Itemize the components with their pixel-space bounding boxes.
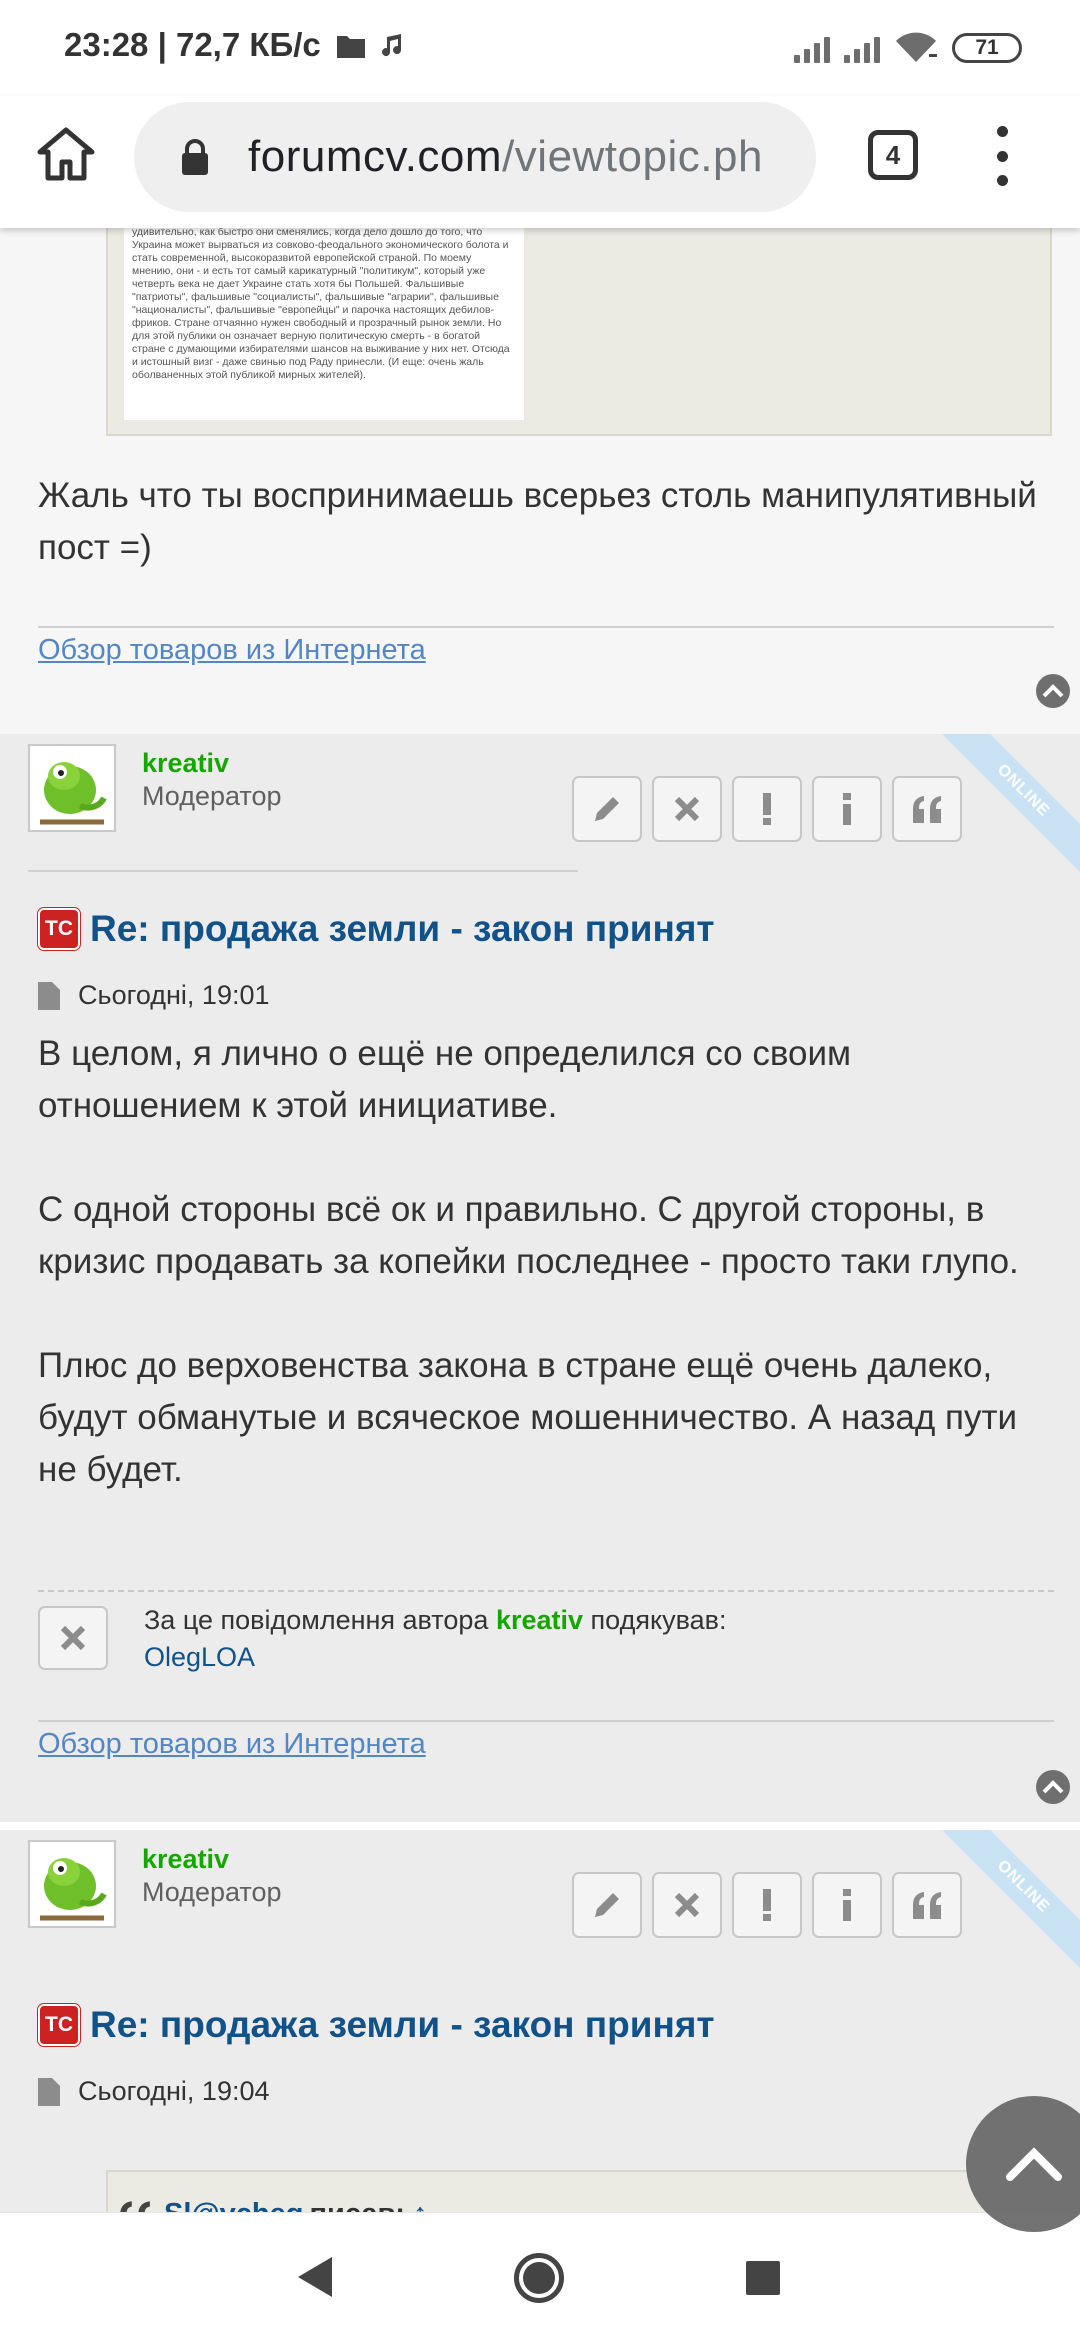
- back-icon[interactable]: [298, 2257, 332, 2297]
- battery-icon: 71: [952, 33, 1022, 63]
- back-to-top-button[interactable]: [1036, 1770, 1070, 1804]
- topic-starter-icon: ТС: [38, 908, 80, 950]
- author-rank: Модератор: [142, 781, 282, 811]
- signal-icon: [844, 33, 880, 63]
- signature-divider: [38, 626, 1054, 628]
- tabs-button[interactable]: 4: [868, 130, 918, 180]
- post-title[interactable]: ТС Re: продажа земли - закон принят: [38, 908, 715, 950]
- quote-header: Sl@vcheg писав: ↑: [118, 2198, 427, 2212]
- chameleon-avatar-icon: [30, 1842, 114, 1926]
- edit-button[interactable]: [572, 1872, 642, 1938]
- status-time: 23:28 | 72,7 КБ/с: [64, 26, 403, 64]
- folder-icon: [336, 36, 365, 58]
- recent-apps-icon[interactable]: [746, 2261, 780, 2295]
- address-bar[interactable]: forumcv.com/viewtopic.ph: [134, 102, 816, 212]
- post-title[interactable]: ТС Re: продажа земли - закон принят: [38, 2004, 715, 2046]
- chevron-up-icon: [1042, 1780, 1064, 1794]
- quote-wrote-label: писав:: [310, 2198, 405, 2212]
- browser-toolbar: forumcv.com/viewtopic.ph 4: [0, 96, 1080, 228]
- signature-link[interactable]: Обзор товаров из Интернета: [38, 1728, 426, 1761]
- post-date-text: Сьогодні, 19:04: [78, 2076, 270, 2106]
- thanks-suffix: подякував:: [590, 1605, 727, 1635]
- post: ONLINE kreativ Модератор ТС Re: продажа …: [0, 734, 1080, 1822]
- signature-link[interactable]: Обзор товаров из Интернета: [38, 634, 426, 667]
- close-icon: [674, 1892, 700, 1918]
- info-icon: [843, 1889, 851, 1921]
- quote-button[interactable]: [892, 776, 962, 842]
- pencil-icon: [595, 1893, 619, 1917]
- info-button[interactable]: [812, 1872, 882, 1938]
- pencil-icon: [595, 797, 619, 821]
- more-icon[interactable]: [990, 126, 1014, 186]
- avatar[interactable]: [28, 744, 116, 832]
- wifi-icon: [896, 32, 937, 62]
- post-title-text: Re: продажа земли - закон принят: [90, 2004, 715, 2045]
- chevron-up-icon: [1042, 684, 1064, 698]
- status-time-text: 23:28 | 72,7 КБ/с: [64, 26, 321, 63]
- quoted-article-screenshot[interactable]: удивительно, как быстро они сменялись, к…: [124, 228, 524, 420]
- quote-icon: [913, 796, 941, 823]
- lock-icon: [182, 139, 208, 175]
- quoted-image-block: удивительно, как быстро они сменялись, к…: [106, 228, 1052, 436]
- status-bar: 23:28 | 72,7 КБ/с 71: [0, 0, 1080, 96]
- back-to-top-button[interactable]: [1036, 674, 1070, 708]
- post-date: Сьогодні, 19:01: [38, 980, 270, 1011]
- quote-block: Sl@vcheg писав: ↑: [106, 2170, 1052, 2212]
- url-path: /viewtopic.ph: [502, 132, 763, 181]
- thanks-block: За це повідомлення автора kreativ подяку…: [38, 1590, 1054, 1692]
- post-date-text: Сьогодні, 19:01: [78, 980, 270, 1010]
- author-divider: [28, 870, 578, 872]
- exclamation-icon: [763, 793, 771, 825]
- post-body: В целом, я лично о ещё не определился со…: [38, 1034, 1019, 1489]
- quote-icon: [913, 1892, 941, 1919]
- delete-button[interactable]: [652, 1872, 722, 1938]
- forum-page: удивительно, как быстро они сменялись, к…: [0, 228, 1080, 2212]
- document-icon: [38, 2077, 60, 2106]
- close-icon: [674, 796, 700, 822]
- close-icon: [60, 1625, 86, 1651]
- author-rank: Модератор: [142, 1877, 282, 1907]
- chameleon-avatar-icon: [30, 746, 114, 830]
- edit-button[interactable]: [572, 776, 642, 842]
- post-actions: [572, 1872, 962, 1938]
- home-icon[interactable]: [36, 124, 96, 184]
- home-nav-icon[interactable]: [514, 2253, 564, 2303]
- author-name[interactable]: kreativ: [142, 748, 229, 779]
- exclamation-icon: [763, 1889, 771, 1921]
- quote-icon: [120, 2200, 150, 2212]
- remove-thanks-button[interactable]: [38, 1606, 108, 1670]
- post-actions: [572, 776, 962, 842]
- document-icon: [38, 981, 60, 1010]
- tab-count: 4: [885, 139, 901, 170]
- status-icons: 71: [794, 28, 1022, 68]
- system-nav-bar: [0, 2212, 1080, 2340]
- quote-source-link[interactable]: ↑: [413, 2198, 428, 2212]
- post-body: Жаль что ты воспринимаешь всерьез столь …: [38, 476, 1037, 567]
- signature-divider: [38, 1720, 1054, 1722]
- report-button[interactable]: [732, 776, 802, 842]
- delete-button[interactable]: [652, 776, 722, 842]
- topic-starter-icon: ТС: [38, 2004, 80, 2046]
- url-domain: forumcv.com: [248, 132, 503, 181]
- report-button[interactable]: [732, 1872, 802, 1938]
- battery-level: 71: [975, 36, 999, 59]
- info-icon: [843, 793, 851, 825]
- thanks-text: За це повідомлення автора kreativ подяку…: [144, 1602, 726, 1676]
- music-icon: [382, 34, 402, 57]
- quote-user-link[interactable]: Sl@vcheg: [164, 2198, 304, 2212]
- post-title-text: Re: продажа земли - закон принят: [90, 908, 715, 949]
- signal-icon: [794, 33, 830, 63]
- thanks-author[interactable]: kreativ: [496, 1605, 583, 1635]
- quoted-article-text: удивительно, как быстро они сменялись, к…: [132, 228, 510, 381]
- url-text[interactable]: forumcv.com/viewtopic.ph: [248, 132, 763, 182]
- post-date: Сьогодні, 19:04: [38, 2076, 270, 2107]
- author-name[interactable]: kreativ: [142, 1844, 229, 1875]
- quote-button[interactable]: [892, 1872, 962, 1938]
- info-button[interactable]: [812, 776, 882, 842]
- thanks-user-link[interactable]: OlegLOA: [144, 1639, 726, 1676]
- post: ONLINE kreativ Модератор ТС Re: продажа …: [0, 1830, 1080, 2212]
- avatar[interactable]: [28, 1840, 116, 1928]
- chevron-up-icon: [1006, 2147, 1062, 2181]
- thanks-prefix: За це повідомлення автора: [144, 1605, 489, 1635]
